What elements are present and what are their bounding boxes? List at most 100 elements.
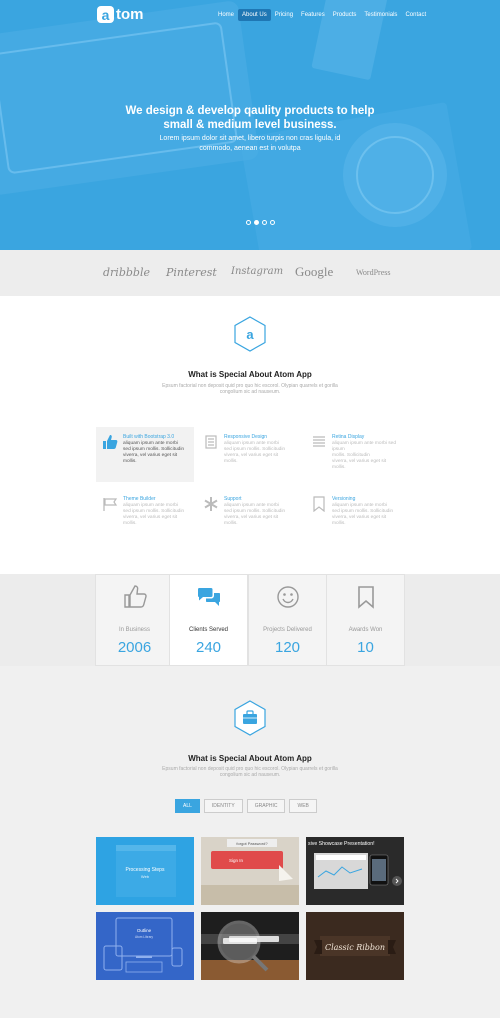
thumbs-up-icon — [124, 585, 147, 608]
chat-bubbles-icon — [198, 588, 220, 606]
tile-title: forgot Password? — [236, 841, 268, 846]
magnifier-thumbnail — [201, 912, 299, 980]
document-icon — [205, 435, 217, 449]
nav-testimonials[interactable]: Testimonials — [360, 9, 401, 21]
feature-title: Versioning — [332, 496, 356, 502]
portfolio-title: What is Special About Atom App — [188, 754, 312, 763]
slider-dot[interactable] — [246, 220, 251, 225]
tile-subtitle: Atom Library — [135, 935, 153, 939]
portfolio-tile-ribbon[interactable]: Classic Ribbon — [306, 912, 404, 980]
bookmark-icon — [313, 496, 325, 512]
feature-support[interactable]: Support aliquam ipsum ante morbi sed ips… — [197, 489, 295, 544]
feature-line: mollis. — [123, 521, 137, 526]
nav-about-us[interactable]: About Us — [238, 9, 271, 21]
processing-steps-thumbnail: Processing Steps Web — [116, 845, 176, 897]
filter-web[interactable]: WEB — [289, 799, 317, 813]
features-subtitle: Epsum factorial non deposit quid pro quo… — [0, 383, 500, 395]
hero-banner: a tom Home About Us Pricing Features Pro… — [0, 0, 500, 250]
hero-sub-line1: Lorem ipsum dolor sit amet, libero turpi… — [159, 135, 341, 142]
hexagon-badge — [234, 700, 266, 736]
stat-label: Awards Won — [348, 627, 383, 633]
feature-title: Built with Bootstrap 3.0 — [123, 434, 175, 440]
tile-title: Processing Steps — [126, 867, 165, 873]
portfolio-tile-processing[interactable]: Processing Steps Web — [96, 837, 194, 905]
stat-value: 2006 — [117, 639, 152, 656]
filter-graphic[interactable]: GRAPHIC — [246, 799, 286, 813]
hero-sub-line2: commodo, aenean est in volutpa — [199, 145, 301, 152]
feature-line: mollis. — [224, 459, 238, 464]
stat-label: Clients Served — [188, 627, 229, 633]
list-icon — [313, 436, 325, 447]
feature-bootstrap[interactable]: Built with Bootstrap 3.0 aliquam ipsum a… — [96, 427, 194, 482]
tile-subtitle: Web — [141, 874, 150, 879]
feature-versioning[interactable]: Versioning aliquam ipsum ante morbi sed … — [305, 489, 409, 544]
stat-value: 120 — [274, 639, 301, 656]
stats-section: In Business 2006 Clients Served 240 Proj… — [0, 574, 500, 666]
client-logos-bar: dribbble Pinterest Instagram Google Word… — [0, 250, 500, 296]
feature-text: aliquam ipsum ante morbi sed ipsum molli… — [332, 441, 408, 471]
stat-label: In Business — [118, 627, 151, 633]
nav-features[interactable]: Features — [297, 9, 329, 21]
nav-pricing[interactable]: Pricing — [271, 9, 297, 21]
hexagon-badge: a — [234, 316, 266, 352]
classic-ribbon-thumbnail: Classic Ribbon — [306, 912, 404, 980]
feature-line: mollis. — [224, 521, 238, 526]
slider-dot[interactable] — [270, 220, 275, 225]
feature-text: aliquam ipsum ante morbi sed ipsum molli… — [224, 441, 292, 465]
smiley-icon — [277, 586, 299, 608]
portfolio-filters: ALL IDENTITY GRAPHIC WEB — [175, 799, 317, 813]
feature-responsive[interactable]: Responsive Design aliquam ipsum ante mor… — [197, 427, 295, 482]
stat-value: 10 — [357, 639, 374, 656]
feature-title: Support — [224, 496, 242, 502]
stat-in-business: In Business 2006 — [95, 574, 174, 666]
features-title: What is Special About Atom App — [188, 370, 312, 379]
brand-google: Google — [295, 264, 334, 279]
brand-dribbble: dribbble — [103, 266, 150, 279]
brand-pinterest: Pinterest — [166, 266, 217, 279]
stat-projects-delivered: Projects Delivered 120 — [248, 574, 327, 666]
tile-subtitle: Sign In — [229, 858, 244, 863]
portfolio-sub-line2: congolium sic ad nauseum. — [219, 772, 281, 778]
stat-clients-served: Clients Served 240 — [169, 574, 248, 666]
feature-title: Responsive Design — [224, 434, 268, 440]
feature-title: Retina Display — [332, 434, 365, 440]
feature-line: mollis. — [123, 459, 137, 464]
feature-text: aliquam ipsum ante morbi sed ipsum molli… — [332, 503, 400, 527]
slider-dot[interactable] — [262, 220, 267, 225]
showcase-presentation-thumbnail: sive Showcase Presentation! — [306, 837, 404, 905]
portfolio-tile-outline[interactable]: Outline Atom Library — [96, 912, 194, 980]
nav-home[interactable]: Home — [214, 9, 238, 21]
portfolio-subtitle: Epsum factorial non deposit quid pro quo… — [0, 766, 500, 778]
feature-title: Theme Builder — [123, 496, 156, 502]
logo[interactable]: a tom — [97, 6, 144, 23]
feature-text: aliquam ipsum ante morbi sed ipsum molli… — [123, 503, 191, 527]
brand-instagram: Instagram — [231, 266, 284, 277]
hero-subtitle: Lorem ipsum dolor sit amet, libero turpi… — [0, 134, 500, 154]
feature-line: aliquam ipsum ante morbi sed ipsum — [332, 441, 396, 452]
features-sub-line2: congolium sic ad nauseum. — [219, 389, 281, 395]
outline-devices-thumbnail: Outline Atom Library — [103, 917, 183, 973]
portfolio-tile-showcase[interactable]: sive Showcase Presentation! — [306, 837, 404, 905]
portfolio-tile-signin[interactable]: forgot Password? Sign In — [201, 837, 299, 905]
feature-theme-builder[interactable]: Theme Builder aliquam ipsum ante morbi s… — [96, 489, 194, 544]
nav-contact[interactable]: Contact — [401, 9, 430, 21]
portfolio-tile-magnifier[interactable] — [201, 912, 299, 980]
nav-products[interactable]: Products — [329, 9, 361, 21]
hero-title: We design & develop qaulity products to … — [0, 104, 500, 132]
filter-all[interactable]: ALL — [175, 799, 200, 813]
brand-wordpress: WordPress — [356, 268, 391, 277]
hero-title-line1: We design & develop qaulity products to … — [125, 105, 375, 117]
hero-title-line2: small & medium level business. — [163, 119, 337, 131]
feature-retina[interactable]: Retina Display aliquam ipsum ante morbi … — [305, 427, 409, 482]
logo-mark: a — [97, 6, 114, 23]
portfolio-section: What is Special About Atom App Epsum fac… — [0, 666, 500, 1018]
signin-form-thumbnail: forgot Password? Sign In — [201, 837, 299, 905]
stat-awards-won: Awards Won 10 — [326, 574, 405, 666]
tile-title: Outline — [137, 928, 152, 933]
feature-text: aliquam ipsum ante morbi sed ipsum molli… — [123, 441, 191, 465]
stat-value: 240 — [195, 639, 222, 656]
feature-line: mollis. — [332, 465, 346, 470]
filter-identity[interactable]: IDENTITY — [203, 799, 243, 813]
slider-dot-active[interactable] — [254, 220, 259, 225]
asterisk-icon — [204, 497, 218, 511]
